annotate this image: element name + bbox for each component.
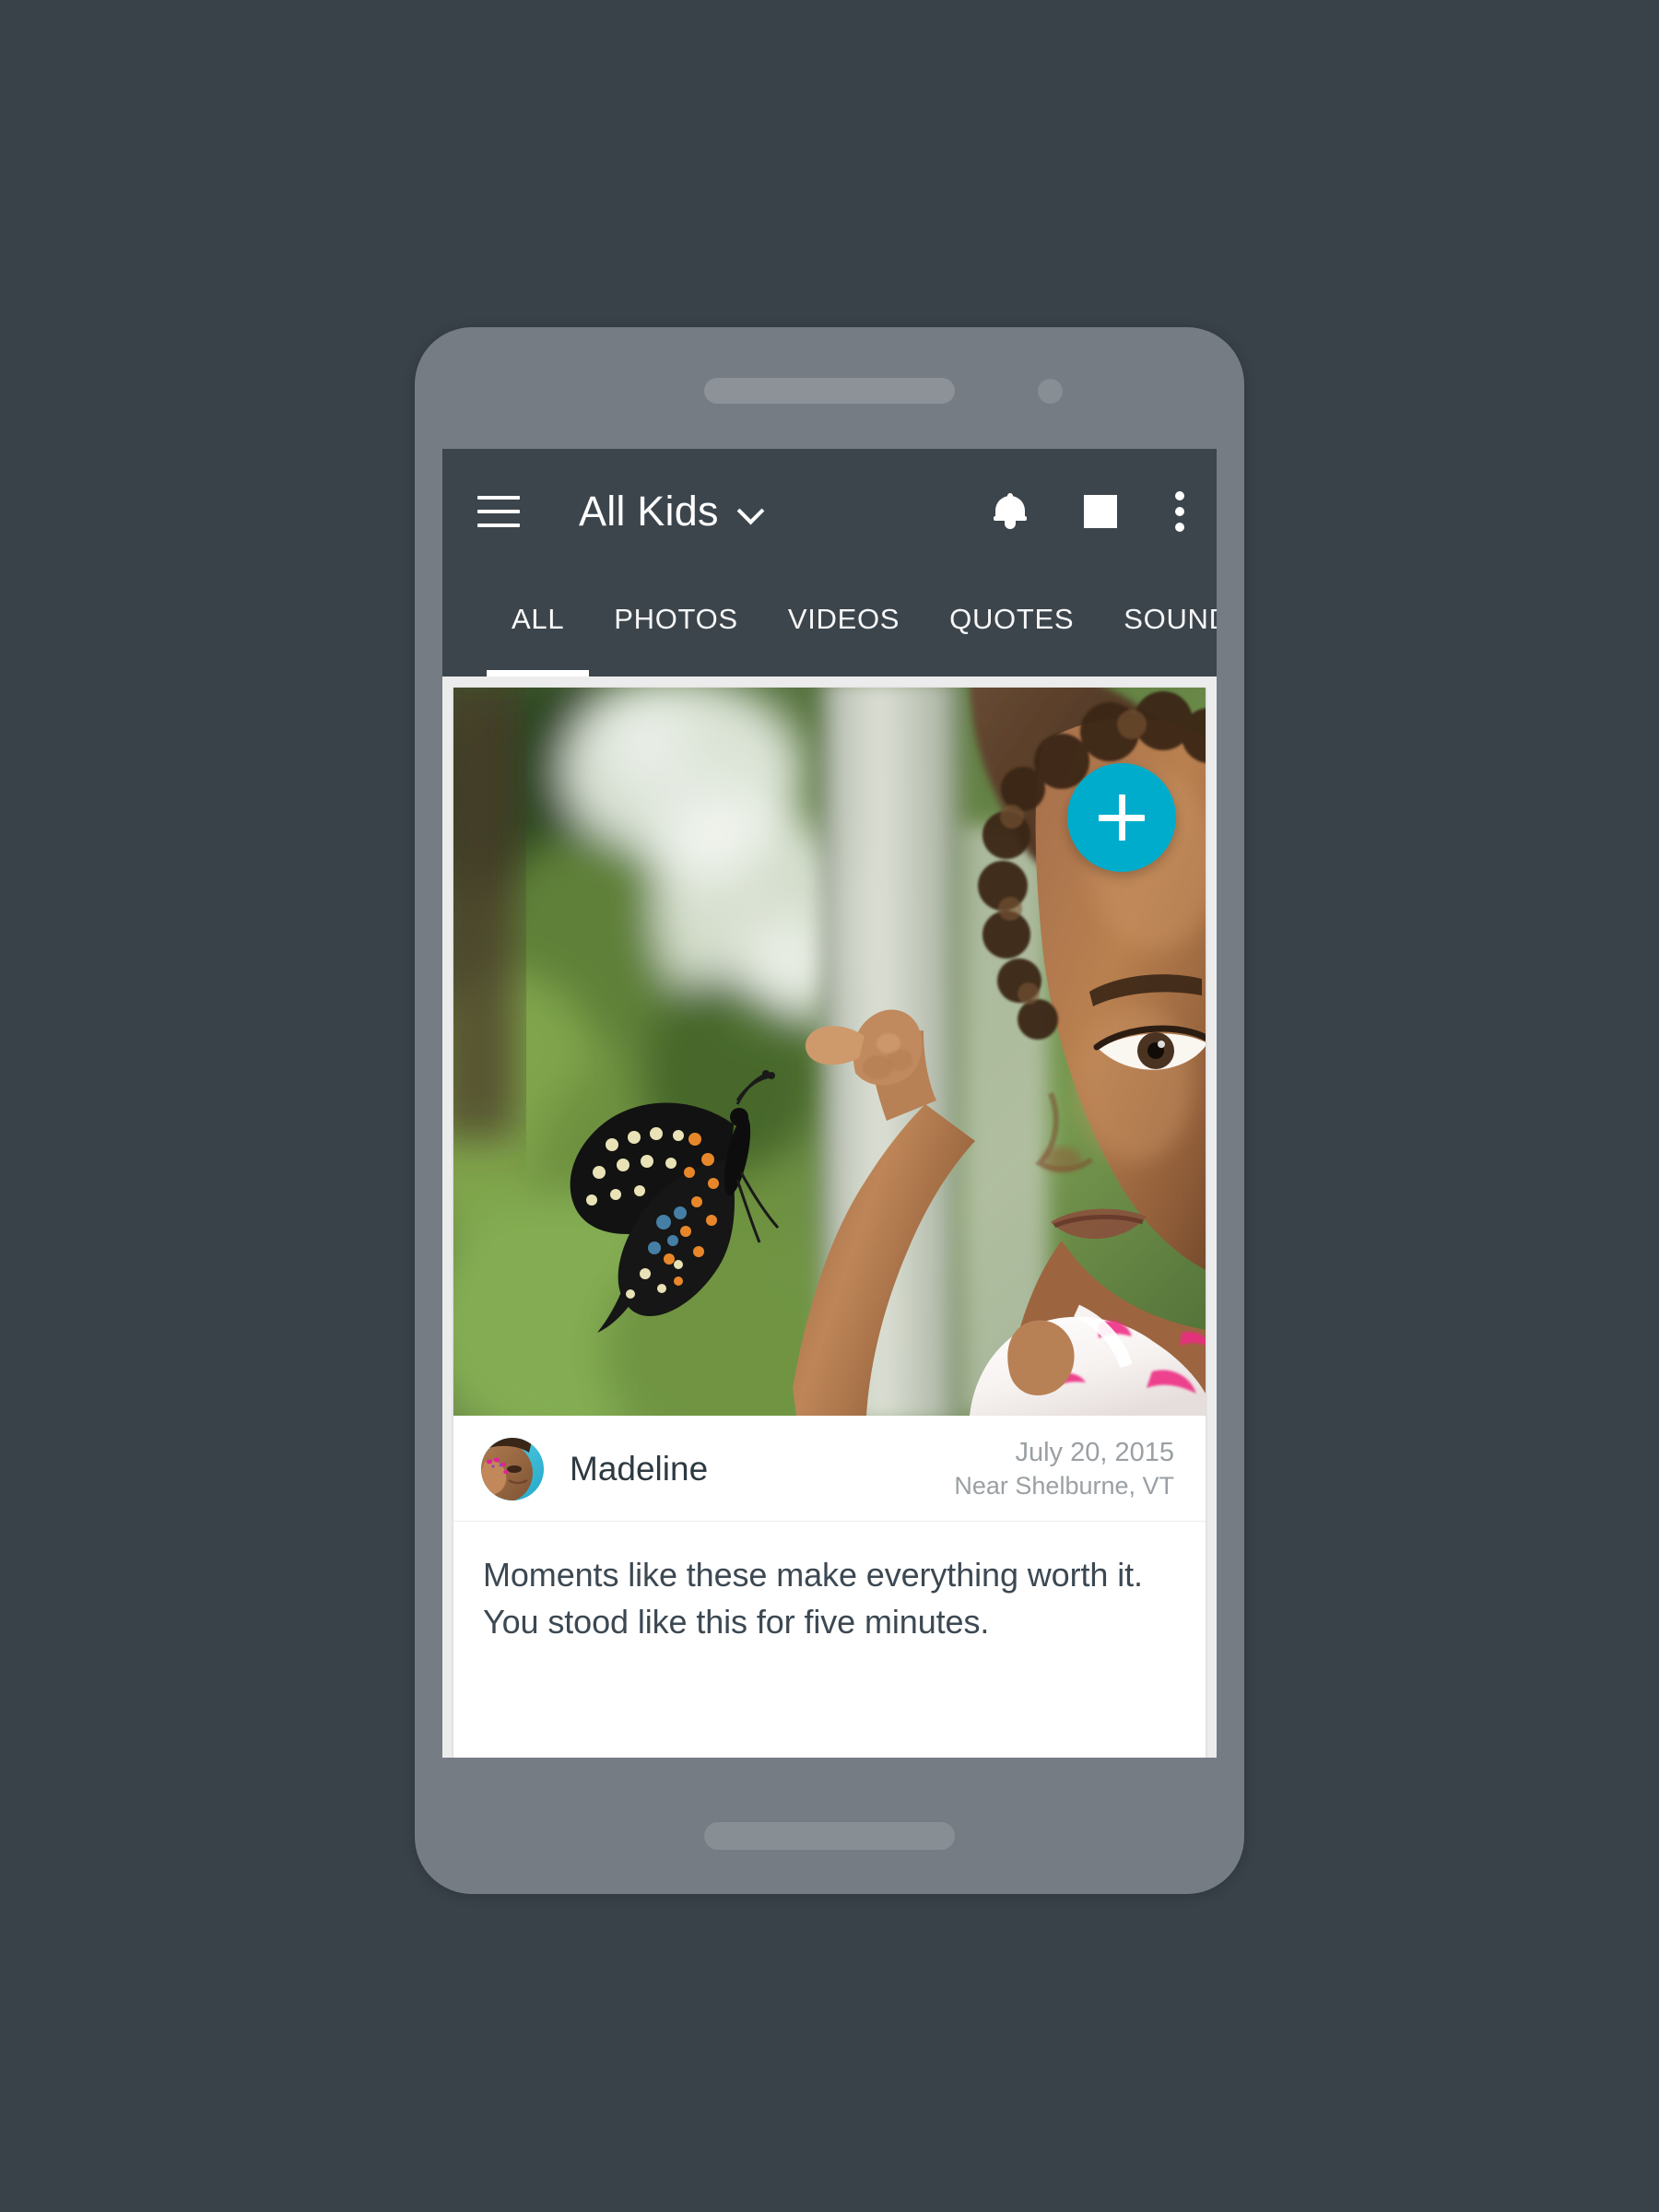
title-dropdown[interactable]: All Kids [579,488,763,535]
tab-quotes[interactable]: QUOTES [924,573,1099,677]
tab-label: QUOTES [949,603,1075,635]
tab-sound[interactable]: SOUND [1099,573,1217,677]
hamburger-menu-icon[interactable] [477,495,520,527]
post-date-location: July 20, 2015 Near Shelburne, VT [954,1436,1178,1502]
app-bar: All Kids [442,449,1217,573]
post-date: July 20, 2015 [1015,1438,1174,1467]
tab-active-indicator [487,670,590,677]
page-title: All Kids [579,487,719,535]
home-bar-icon[interactable] [704,1822,955,1850]
post-location: Near Shelburne, VT [954,1472,1174,1500]
bell-icon[interactable] [994,492,1027,530]
feed-scroll-area[interactable]: Madeline July 20, 2015 Near Shelburne, V… [442,677,1217,1758]
tab-label: ALL [512,603,565,635]
tab-label: VIDEOS [787,603,900,635]
tab-bar: ALL PHOTOS VIDEOS QUOTES SOUND [442,573,1217,677]
speaker-grille-icon [704,378,955,404]
add-fab-button[interactable] [1067,763,1176,872]
chevron-down-icon [739,500,763,524]
plus-icon [1099,794,1145,841]
avatar[interactable] [481,1437,544,1500]
front-camera-icon [1038,379,1063,404]
tab-all[interactable]: ALL [487,573,590,677]
square-icon[interactable] [1084,494,1117,528]
tab-label: PHOTOS [614,603,738,635]
post-meta-row: Madeline July 20, 2015 Near Shelburne, V… [453,1416,1206,1522]
post-card[interactable]: Madeline July 20, 2015 Near Shelburne, V… [453,688,1206,1758]
post-caption: Moments like these make everything worth… [483,1555,1143,1641]
tab-videos[interactable]: VIDEOS [763,573,924,677]
tab-label: SOUND [1124,603,1217,635]
overflow-menu-icon[interactable] [1174,490,1185,532]
tab-photos[interactable]: PHOTOS [589,573,763,677]
post-author-name: Madeline [570,1449,709,1488]
phone-screen: All Kids ALL PHOTOS VIDEOS QUOTES SOUN M… [442,449,1217,1758]
app-bar-actions [994,490,1185,532]
phone-device-frame: All Kids ALL PHOTOS VIDEOS QUOTES SOUN M… [415,327,1244,1894]
